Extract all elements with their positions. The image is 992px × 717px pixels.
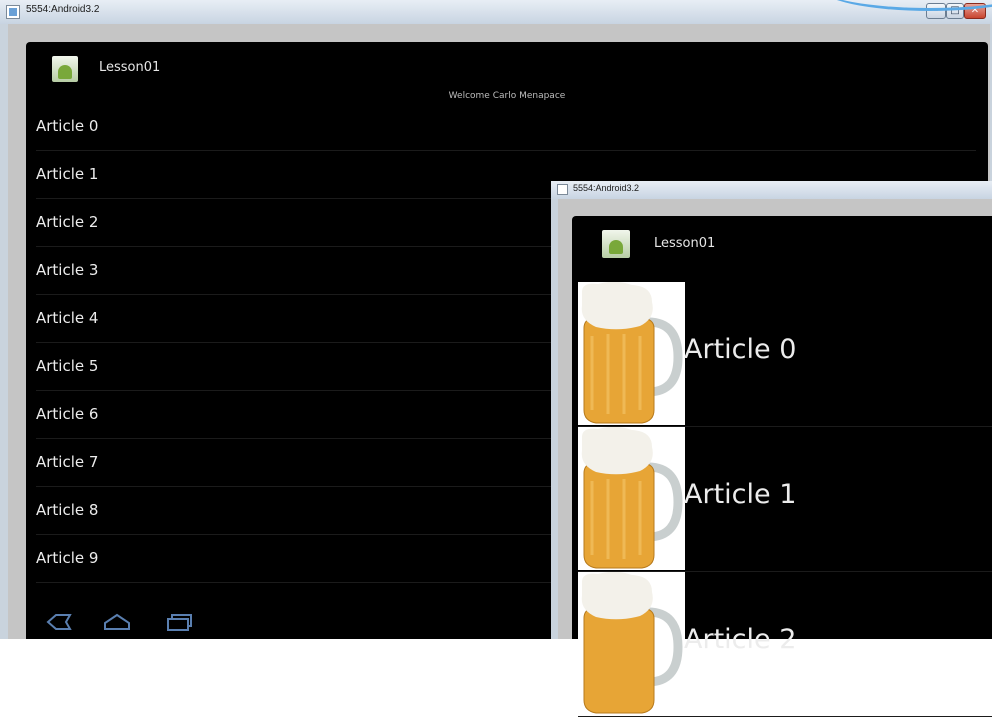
article-label: Article 9 (36, 549, 99, 567)
action-bar: Lesson01 (26, 42, 988, 92)
app-title: Lesson01 (654, 236, 716, 251)
app-icon[interactable] (52, 56, 78, 82)
beer-mug-image (578, 572, 685, 715)
window-titlebar[interactable]: 5554:Android3.2 – □ ✕ (0, 0, 992, 24)
article-label: Article 0 (684, 334, 797, 365)
app-title: Lesson01 (99, 60, 161, 75)
window-title: 5554:Android3.2 (573, 183, 640, 193)
back-icon[interactable] (44, 612, 74, 632)
window-icon (557, 184, 568, 195)
article-label: Article 1 (684, 479, 797, 510)
article-label: Article 0 (36, 117, 99, 135)
article-label: Article 2 (36, 213, 99, 231)
window-icon (6, 5, 20, 19)
list-item[interactable]: Article 2 (578, 572, 992, 717)
emulator-frame: Lesson01 Article 0 Article 1 Article 2 (558, 199, 992, 717)
emulator-window-secondary: 5554:Android3.2 Lesson01 Article 0 Artic… (551, 181, 992, 717)
article-label: Article 3 (36, 261, 99, 279)
window-titlebar[interactable]: 5554:Android3.2 (551, 181, 992, 199)
article-label: Article 5 (36, 357, 99, 375)
welcome-text: Welcome Carlo Menapace (448, 91, 566, 101)
article-label: Article 6 (36, 405, 99, 423)
window-title: 5554:Android3.2 (26, 4, 100, 15)
list-item[interactable]: Article 0 (578, 282, 992, 427)
home-icon[interactable] (102, 612, 132, 632)
article-label: Article 7 (36, 453, 99, 471)
beer-mug-image (578, 282, 685, 425)
list-item[interactable]: Article 0 (36, 102, 976, 151)
app-icon[interactable] (602, 230, 630, 258)
list-item[interactable]: Article 1 (578, 427, 992, 572)
article-label: Article 2 (684, 624, 797, 655)
article-label: Article 4 (36, 309, 99, 327)
device-screen: Lesson01 Article 0 Article 1 Article 2 (572, 216, 992, 717)
action-bar: Lesson01 (572, 216, 992, 276)
recent-apps-icon[interactable] (164, 612, 194, 632)
article-label: Article 1 (36, 165, 99, 183)
article-label: Article 8 (36, 501, 99, 519)
beer-mug-image (578, 427, 685, 570)
